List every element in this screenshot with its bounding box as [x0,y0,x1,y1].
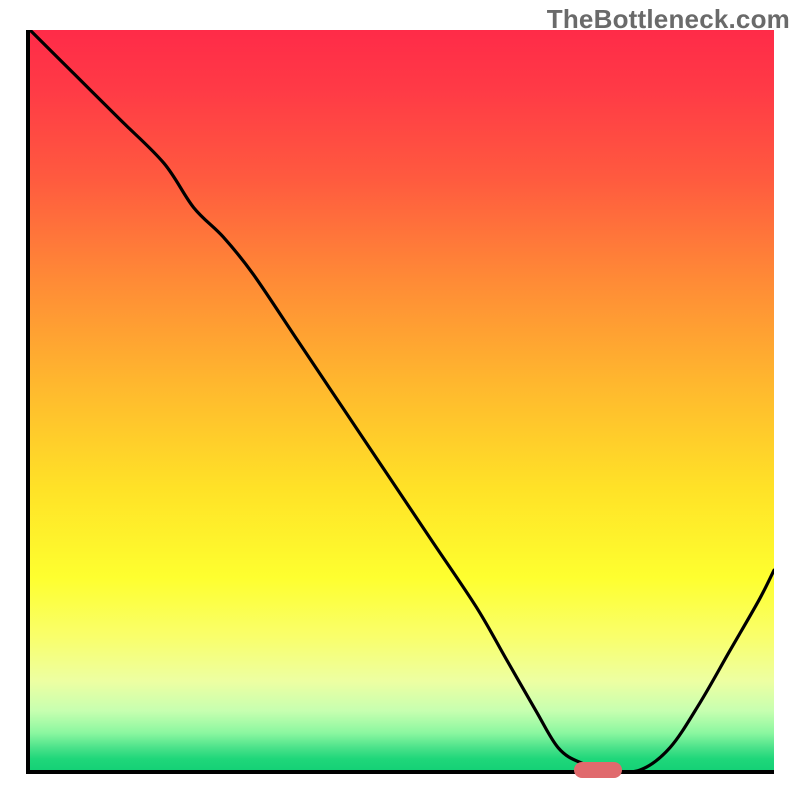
bottleneck-chart: TheBottleneck.com [0,0,800,800]
optimal-marker [574,762,622,778]
plot-area [26,30,774,774]
bottleneck-curve [30,30,774,770]
